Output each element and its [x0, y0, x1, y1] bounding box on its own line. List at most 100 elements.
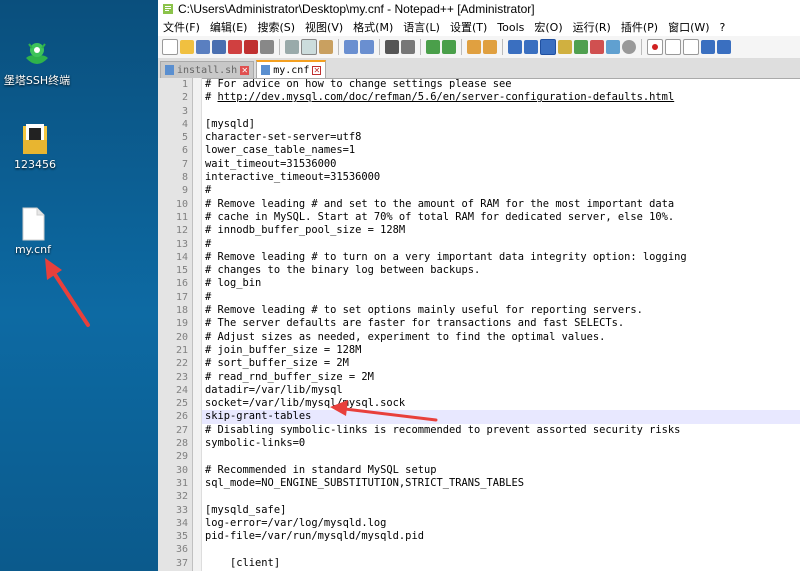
menu-language[interactable]: 语言(L) — [398, 19, 445, 35]
monitoring-icon[interactable] — [622, 40, 636, 54]
menu-plugins[interactable]: 插件(P) — [616, 19, 663, 35]
code-line: pid-file=/var/run/mysqld/mysqld.pid — [205, 530, 424, 543]
line-number: 15 — [175, 265, 188, 277]
folder-workspace-icon[interactable] — [606, 40, 620, 54]
menu-edit[interactable]: 编辑(E) — [205, 19, 253, 35]
line-number: 28 — [175, 438, 188, 450]
menu-macro[interactable]: 宏(O) — [529, 19, 567, 35]
line-number: 13 — [175, 238, 188, 250]
save-icon[interactable] — [196, 40, 210, 54]
menu-tools[interactable]: Tools — [492, 21, 529, 34]
find-icon[interactable] — [385, 40, 399, 54]
code-line: # For advice on how to change settings p… — [205, 78, 512, 90]
line-number: 26 — [175, 411, 188, 423]
line-number: 31 — [175, 477, 188, 489]
undo-icon[interactable] — [344, 40, 358, 54]
line-number: 18 — [175, 305, 188, 317]
sync-horizontal-icon[interactable] — [483, 40, 497, 54]
save-all-icon[interactable] — [212, 40, 226, 54]
sync-vertical-icon[interactable] — [467, 40, 481, 54]
desktop-icon-folder-123456[interactable]: 123456 — [0, 122, 70, 171]
code-line: character-set-server=utf8 — [205, 131, 362, 144]
tab-close-icon[interactable]: ✕ — [240, 65, 250, 75]
tab-my-cnf[interactable]: my.cnf ✕ — [256, 60, 327, 78]
code-line: # — [205, 184, 212, 197]
open-file-icon[interactable] — [180, 40, 194, 54]
desktop-icon-label: 123456 — [14, 158, 56, 171]
code-line: [mysqld_safe] — [205, 503, 287, 516]
line-number: 9 — [181, 185, 188, 197]
desktop-icon-my-cnf[interactable]: my.cnf — [0, 207, 68, 256]
line-number: 20 — [175, 331, 188, 343]
copy-icon[interactable] — [301, 39, 317, 55]
desktop-icon-baota-ssh[interactable]: 堡塔SSH终端 — [2, 36, 72, 88]
cut-icon[interactable] — [285, 40, 299, 54]
zoom-out-icon[interactable] — [442, 40, 456, 54]
notepadpp-icon — [163, 4, 173, 14]
close-icon[interactable] — [228, 40, 242, 54]
tab-close-icon[interactable]: ✕ — [312, 65, 322, 75]
line-number: 21 — [175, 344, 188, 356]
editor-area[interactable]: 1 2 3 4 5 6 7 8 9 10 11 12 13 14 15 16 17 18 19 20 21 22 23 24 2… — [158, 78, 800, 571]
word-wrap-icon[interactable] — [508, 40, 522, 54]
line-number: 6 — [181, 145, 188, 157]
line-number: 7 — [181, 158, 188, 170]
record-macro-icon[interactable] — [647, 39, 663, 55]
menu-format[interactable]: 格式(M) — [348, 19, 398, 35]
toolbar-separator — [379, 39, 380, 55]
menu-window[interactable]: 窗口(W) — [663, 19, 714, 35]
code-line: # sort_buffer_size = 2M — [205, 357, 349, 370]
redo-icon[interactable] — [360, 40, 374, 54]
new-file-icon[interactable] — [162, 39, 178, 55]
stop-macro-icon[interactable] — [665, 39, 681, 55]
paste-icon[interactable] — [319, 40, 333, 54]
menu-search[interactable]: 搜索(S) — [252, 19, 300, 35]
line-number: 34 — [175, 517, 188, 529]
tab-install-sh[interactable]: install.sh ✕ — [160, 61, 255, 78]
code-text-area[interactable]: # For advice on how to change settings p… — [202, 78, 800, 571]
line-number: 2 — [181, 92, 188, 104]
toolbar-separator — [279, 39, 280, 55]
code-line: # http://dev.mysql.com/doc/refman/5.6/en… — [205, 91, 675, 104]
replace-icon[interactable] — [401, 40, 415, 54]
line-number: 37 — [175, 557, 188, 569]
url-link[interactable]: http://dev.mysql.com/doc/refman/5.6/en/s… — [218, 91, 675, 103]
print-icon[interactable] — [260, 40, 274, 54]
zoom-in-icon[interactable] — [426, 40, 440, 54]
show-all-chars-icon[interactable] — [524, 40, 538, 54]
window-title: C:\Users\Administrator\Desktop\my.cnf - … — [178, 2, 535, 16]
code-line: # Adjust sizes as needed, experiment to … — [205, 330, 606, 343]
play-macro-icon[interactable] — [683, 39, 699, 55]
menu-settings[interactable]: 设置(T) — [445, 19, 492, 35]
file-icon — [22, 207, 45, 241]
code-line: wait_timeout=31536000 — [205, 157, 337, 170]
menu-run[interactable]: 运行(R) — [568, 19, 616, 35]
line-number: 22 — [175, 358, 188, 370]
close-all-icon[interactable] — [244, 40, 258, 54]
play-multiple-macro-icon[interactable] — [701, 40, 715, 54]
code-line: sql_mode=NO_ENGINE_SUBSTITUTION,STRICT_T… — [205, 476, 525, 489]
save-macro-icon[interactable] — [717, 40, 731, 54]
line-number: 24 — [175, 384, 188, 396]
desktop-icon-label: my.cnf — [14, 243, 52, 256]
toolbar-separator — [420, 39, 421, 55]
indent-guide-icon[interactable] — [540, 39, 556, 55]
menu-view[interactable]: 视图(V) — [300, 19, 348, 35]
title-bar: C:\Users\Administrator\Desktop\my.cnf - … — [158, 0, 800, 18]
code-line: interactive_timeout=31536000 — [205, 171, 381, 184]
doc-map-icon[interactable] — [574, 40, 588, 54]
language-icon[interactable] — [558, 40, 572, 54]
line-number: 14 — [175, 251, 188, 263]
code-line: # cache in MySQL. Start at 70% of total … — [205, 210, 675, 223]
line-number: 16 — [175, 278, 188, 290]
baota-ssh-icon — [26, 43, 48, 64]
line-number: 8 — [181, 172, 188, 184]
code-line: # The server defaults are faster for tra… — [205, 317, 625, 330]
folder-icon — [23, 124, 47, 154]
function-list-icon[interactable] — [590, 40, 604, 54]
code-line: # Remove leading # and set to the amount… — [205, 197, 675, 210]
menu-file[interactable]: 文件(F) — [158, 19, 205, 35]
menu-help[interactable]: ? — [715, 21, 731, 34]
